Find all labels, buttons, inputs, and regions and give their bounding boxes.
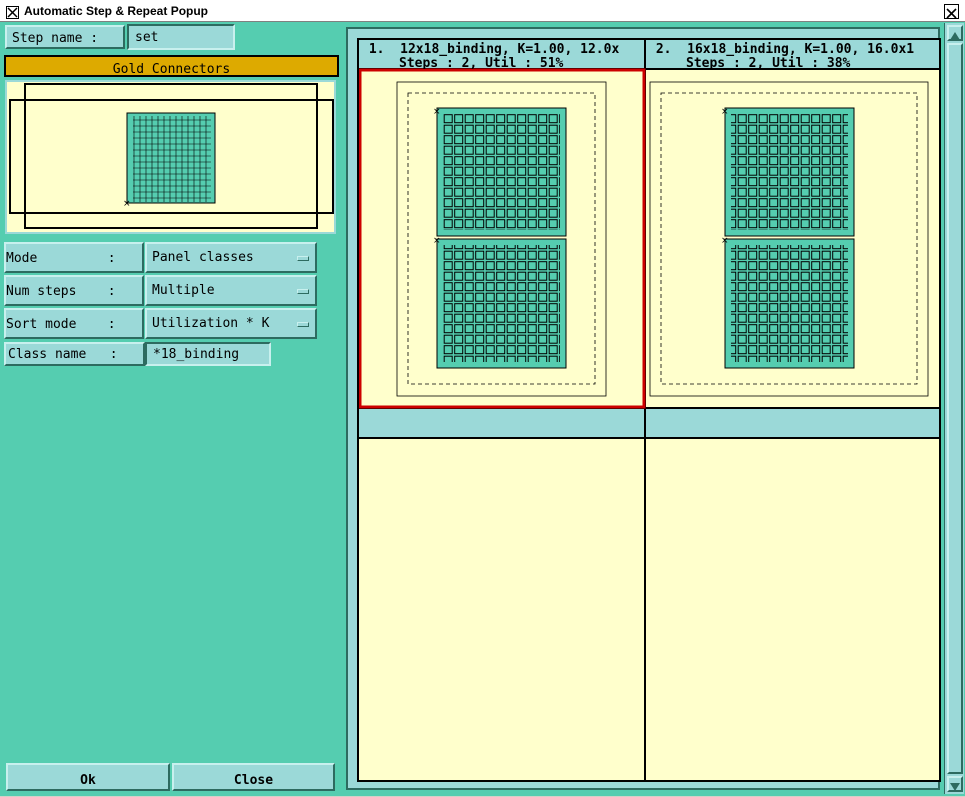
sort-mode-label-box: Sort mode :	[4, 308, 144, 339]
mode-row: Mode : Panel classes	[4, 242, 317, 273]
ok-button[interactable]: Ok	[6, 763, 170, 791]
svg-text:×: ×	[721, 107, 729, 117]
results-panel: × × × × 1. 12x18_binding, K=1.00, 12.0x …	[341, 22, 965, 796]
num-steps-value: Multiple	[152, 283, 215, 298]
class-name-input[interactable]: *18_binding	[145, 342, 271, 366]
preview-graphic: ×	[9, 83, 334, 229]
close-button[interactable]: Close	[172, 763, 335, 791]
result-2-title: 2. 16x18_binding, K=1.00, 16.0x1	[648, 42, 914, 57]
layout-preview: ×	[5, 80, 336, 234]
mode-dropdown[interactable]: Panel classes	[145, 242, 317, 273]
num-steps-row: Num steps : Multiple	[4, 275, 317, 306]
step-name-label-box: Step name :	[5, 25, 125, 49]
section-header: Gold Connectors	[4, 55, 339, 77]
step-name-input[interactable]: set	[127, 24, 235, 50]
class-name-value: *18_binding	[153, 347, 240, 362]
results-canvas: × × × × 1. 12x18_binding, K=1.00, 12.0x …	[358, 40, 939, 780]
mode-label-box: Mode :	[4, 242, 144, 273]
class-name-label: Class name :	[8, 347, 118, 362]
result-cell-1[interactable]: × ×	[358, 68, 646, 409]
dropdown-indicator-icon	[297, 289, 309, 294]
title-bar: Automatic Step & Repeat Popup	[0, 0, 965, 22]
result-1-stats: Steps : 2, Util : 51%	[399, 56, 564, 71]
sort-mode-value: Utilization * K	[152, 316, 270, 331]
num-steps-dropdown[interactable]: Multiple	[145, 275, 317, 306]
result-1-title: 1. 12x18_binding, K=1.00, 12.0x	[361, 42, 619, 57]
step-name-value: set	[135, 30, 159, 45]
svg-text:×: ×	[721, 236, 729, 246]
step-name-label: Step name :	[12, 31, 99, 46]
mode-label: Mode :	[6, 251, 116, 266]
ok-button-label: Ok	[80, 773, 96, 788]
class-name-label-box: Class name :	[4, 342, 145, 366]
num-steps-label-box: Num steps :	[4, 275, 144, 306]
class-name-row: Class name : *18_binding	[4, 342, 271, 366]
scroll-thumb[interactable]	[947, 43, 963, 774]
app-icon	[6, 6, 19, 19]
result-2-stats: Steps : 2, Util : 38%	[686, 56, 851, 71]
sort-mode-dropdown[interactable]: Utilization * K	[145, 308, 317, 339]
settings-panel: Step name : set Gold Connectors × Mode :…	[0, 22, 341, 796]
vertical-scrollbar[interactable]	[944, 23, 964, 794]
scroll-up-arrow-icon[interactable]	[947, 25, 963, 41]
result-cell-2[interactable]: × ×	[649, 81, 929, 397]
dropdown-indicator-icon	[297, 322, 309, 327]
sort-mode-row: Sort mode : Utilization * K	[4, 308, 317, 339]
results-grid: × × × × 1. 12x18_binding, K=1.00, 12.0x …	[357, 38, 941, 782]
dropdown-indicator-icon	[297, 256, 309, 261]
scroll-down-arrow-icon[interactable]	[947, 776, 963, 792]
mode-value: Panel classes	[152, 250, 254, 265]
section-header-label: Gold Connectors	[112, 62, 231, 77]
svg-text:×: ×	[433, 236, 441, 246]
window-title: Automatic Step & Repeat Popup	[24, 4, 209, 18]
svg-text:×: ×	[123, 199, 131, 209]
close-button-label: Close	[233, 773, 274, 788]
sort-mode-label: Sort mode :	[6, 317, 116, 332]
results-frame: × × × × 1. 12x18_binding, K=1.00, 12.0x …	[346, 27, 941, 790]
close-icon[interactable]	[944, 4, 959, 19]
num-steps-label: Num steps :	[6, 284, 116, 299]
svg-text:×: ×	[433, 107, 441, 117]
